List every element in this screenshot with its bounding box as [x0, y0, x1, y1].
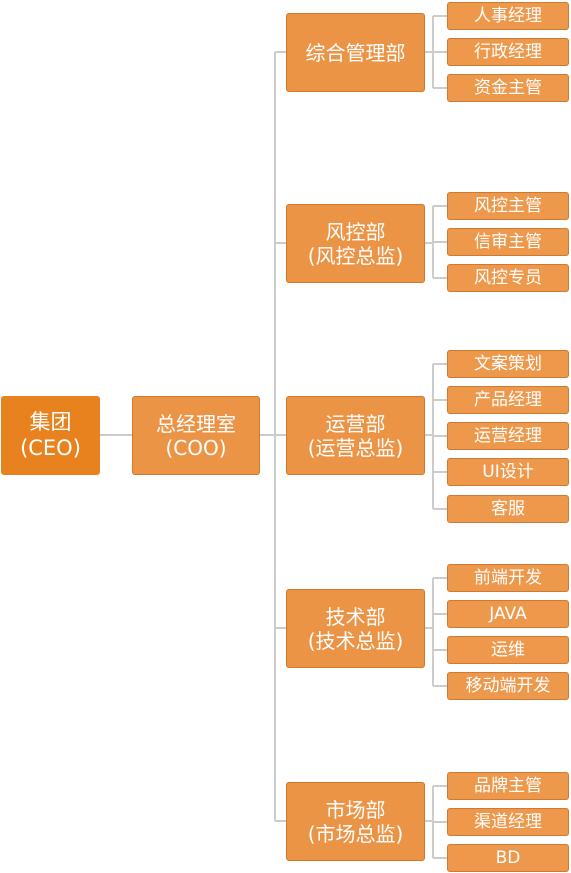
role-label: 产品经理: [474, 389, 542, 410]
dept-title: 运营部: [325, 411, 386, 436]
role-label: 客服: [491, 498, 525, 519]
dept-subtitle: (风控总监): [307, 243, 404, 268]
dept-title: 风控部: [325, 219, 386, 244]
role-node: UI设计: [447, 458, 569, 486]
role-label: BD: [495, 847, 521, 868]
role-label: 信审主管: [474, 231, 542, 252]
role-label: 前端开发: [474, 567, 542, 588]
role-node: 产品经理: [447, 386, 569, 414]
role-node: 资金主管: [447, 74, 569, 102]
role-node: 人事经理: [447, 2, 569, 30]
role-node: 运维: [447, 636, 569, 664]
role-label: 人事经理: [474, 5, 542, 26]
dept-title: 综合管理部: [305, 40, 406, 65]
role-label: 运营经理: [474, 425, 542, 446]
coo-subtitle: (COO): [165, 435, 227, 460]
coo-title: 总经理室: [156, 411, 236, 436]
role-label: 行政经理: [474, 41, 542, 62]
ceo-subtitle: (CEO): [20, 435, 81, 460]
dept-title: 市场部: [325, 797, 386, 822]
role-node: 前端开发: [447, 564, 569, 592]
role-label: 文案策划: [474, 353, 542, 374]
role-node: 移动端开发: [447, 672, 569, 700]
role-node: 风控专员: [447, 264, 569, 292]
role-node: 文案策划: [447, 350, 569, 378]
role-node: 信审主管: [447, 228, 569, 256]
dept-subtitle: (运营总监): [307, 435, 404, 460]
role-label: 风控专员: [474, 267, 542, 288]
role-label: 渠道经理: [474, 811, 542, 832]
ceo-node: 集团 (CEO): [1, 396, 100, 475]
role-label: 品牌主管: [474, 775, 542, 796]
role-node: 渠道经理: [447, 808, 569, 836]
coo-node: 总经理室 (COO): [132, 396, 260, 475]
role-node: 风控主管: [447, 192, 569, 220]
role-node: JAVA: [447, 600, 569, 628]
dept-node-risk-control: 风控部 (风控总监): [286, 204, 425, 283]
role-label: JAVA: [489, 603, 527, 624]
role-label: 移动端开发: [465, 675, 551, 696]
role-node: BD: [447, 844, 569, 872]
role-node: 运营经理: [447, 422, 569, 450]
dept-node-technology: 技术部 (技术总监): [286, 589, 425, 668]
dept-node-operations: 运营部 (运营总监): [286, 396, 425, 475]
role-node: 品牌主管: [447, 772, 569, 800]
dept-title: 技术部: [325, 604, 386, 629]
dept-node-general-management: 综合管理部: [286, 13, 425, 92]
role-label: 资金主管: [474, 77, 542, 98]
role-label: 运维: [491, 639, 525, 660]
role-node: 客服: [447, 495, 569, 523]
role-node: 行政经理: [447, 38, 569, 66]
role-label: 风控主管: [474, 195, 542, 216]
dept-node-marketing: 市场部 (市场总监): [286, 782, 425, 861]
dept-subtitle: (技术总监): [307, 628, 404, 653]
role-label: UI设计: [482, 461, 534, 482]
dept-subtitle: (市场总监): [307, 821, 404, 846]
org-chart: 集团 (CEO) 总经理室 (COO) 综合管理部 风控部 (风控总监) 运营部…: [0, 0, 571, 873]
ceo-title: 集团: [29, 410, 72, 435]
